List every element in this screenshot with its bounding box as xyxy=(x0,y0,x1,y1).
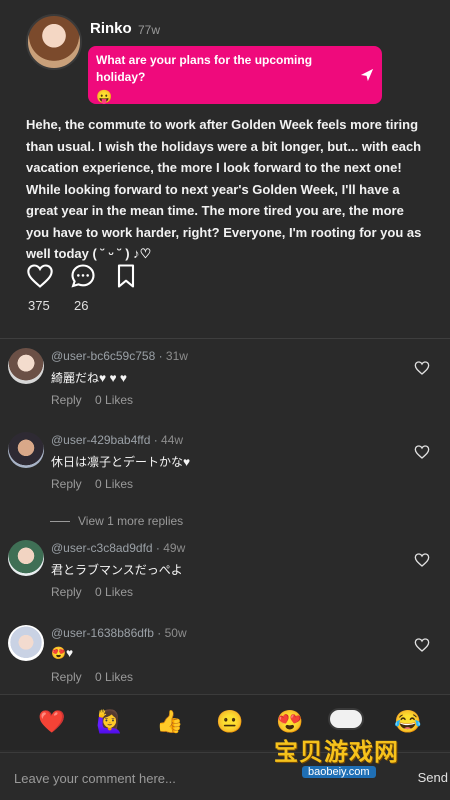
comment-meta: Reply 0 Likes xyxy=(51,585,143,599)
game-controller-icon xyxy=(328,708,364,730)
comment-text: 君とラブマンスだっぺよ xyxy=(51,563,183,577)
divider xyxy=(0,338,450,339)
watermark-url: baobeiy.com xyxy=(302,766,376,778)
comment-item: @user-bc6c59c758 · 31w 綺麗だね♥ ♥ ♥ Reply 0… xyxy=(8,348,438,418)
comment-likes: 0 Likes xyxy=(95,670,134,684)
prompt-bubble[interactable]: What are your plans for the upcoming hol… xyxy=(88,46,382,104)
heart-icon[interactable] xyxy=(414,444,430,460)
like-button[interactable] xyxy=(26,262,54,290)
comment-likes: 0 Likes xyxy=(95,585,134,599)
post-body: Hehe, the commute to work after Golden W… xyxy=(26,117,422,261)
commenter-meta: @user-1638b86dfb · 50w xyxy=(51,626,187,640)
comment-meta: Reply 0 Likes xyxy=(51,477,143,491)
comment-item: @user-429bab4ffd · 44w 休日は凛子とデートかな♥ Repl… xyxy=(8,432,438,502)
comment-text: 😍♥ xyxy=(51,646,74,660)
heart-icon[interactable] xyxy=(414,637,430,653)
post-header: Rinko 77w What are your plans for the up… xyxy=(26,14,436,104)
prompt-emoji: 😛 xyxy=(96,89,113,104)
reply-button[interactable]: Reply xyxy=(51,393,82,407)
comment-time: 44w xyxy=(161,433,184,447)
comment-count: 26 xyxy=(74,298,89,313)
comment-likes: 0 Likes xyxy=(95,393,134,407)
commenter-name[interactable]: @user-c3c8ad9dfd xyxy=(51,541,153,555)
reply-button[interactable]: Reply xyxy=(51,585,82,599)
send-arrow-icon xyxy=(360,68,374,82)
commenter-meta: @user-429bab4ffd · 44w xyxy=(51,433,184,447)
comment-text: 綺麗だね♥ ♥ ♥ xyxy=(51,371,128,385)
comment-time: 50w xyxy=(164,626,187,640)
emoji-heart[interactable]: ❤️ xyxy=(38,709,65,735)
comment-item: @user-1638b86dfb · 50w 😍♥ Reply 0 Likes xyxy=(8,625,438,695)
comment-likes: 0 Likes xyxy=(95,477,134,491)
emoji-thumbs-up[interactable]: 👍 xyxy=(156,709,183,735)
commenter-name[interactable]: @user-1638b86dfb xyxy=(51,626,154,640)
bookmark-icon xyxy=(117,264,135,288)
comment-bubble-icon xyxy=(71,264,95,288)
commenter-avatar[interactable] xyxy=(8,625,44,661)
view-more-replies[interactable]: View 1 more replies xyxy=(50,514,183,528)
comment-meta: Reply 0 Likes xyxy=(51,393,143,407)
comment-meta: Reply 0 Likes xyxy=(51,670,143,684)
author-avatar[interactable] xyxy=(26,14,82,70)
commenter-avatar[interactable] xyxy=(8,432,44,468)
commenter-avatar[interactable] xyxy=(8,540,44,576)
commenter-name[interactable]: @user-bc6c59c758 xyxy=(51,349,155,363)
commenter-avatar[interactable] xyxy=(8,348,44,384)
watermark-logo: 宝贝游戏网 baobeiy.com xyxy=(268,708,424,784)
bookmark-button[interactable] xyxy=(112,262,140,290)
author-name[interactable]: Rinko xyxy=(90,20,132,37)
commenter-name[interactable]: @user-429bab4ffd xyxy=(51,433,150,447)
heart-icon[interactable] xyxy=(414,360,430,376)
more-replies-label: View 1 more replies xyxy=(78,514,184,528)
commenter-meta: @user-c3c8ad9dfd · 49w xyxy=(51,541,186,555)
emoji-neutral-face[interactable]: 😐 xyxy=(216,709,243,735)
reply-button[interactable]: Reply xyxy=(51,477,82,491)
comment-button[interactable] xyxy=(69,262,97,290)
comment-time: 49w xyxy=(163,541,186,555)
post-time: 77w xyxy=(138,23,161,37)
like-count: 375 xyxy=(28,298,50,313)
watermark-text: 宝贝游戏网 xyxy=(274,738,399,766)
heart-icon xyxy=(27,264,53,288)
comment-item: @user-c3c8ad9dfd · 49w 君とラブマンスだっぺよ Reply… xyxy=(8,540,438,610)
heart-icon[interactable] xyxy=(414,552,430,568)
comment-time: 31w xyxy=(165,349,188,363)
comment-text: 休日は凛子とデートかな♥ xyxy=(51,455,191,469)
post-actions: 375 26 xyxy=(26,262,226,322)
prompt-text: What are your plans for the upcoming hol… xyxy=(96,53,313,84)
emoji-raising-hand[interactable]: 🙋‍♀️ xyxy=(96,709,123,735)
more-replies-line xyxy=(50,520,70,522)
commenter-meta: @user-bc6c59c758 · 31w xyxy=(51,349,188,363)
reply-button[interactable]: Reply xyxy=(51,670,82,684)
